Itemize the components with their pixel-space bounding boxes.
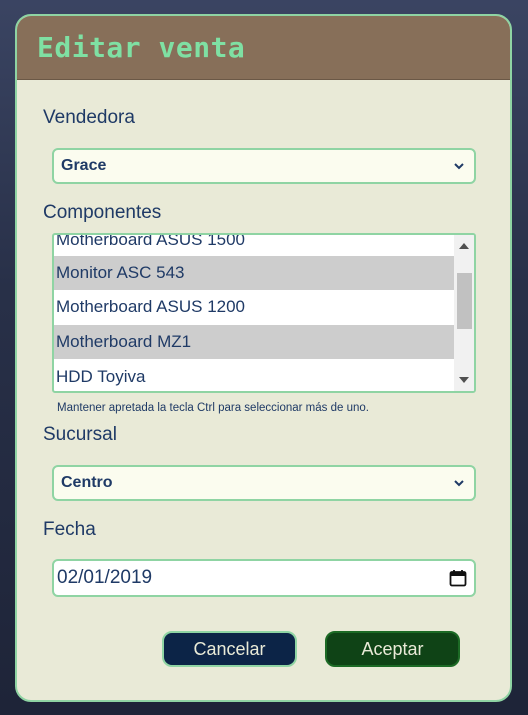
vendedora-label: Vendedora xyxy=(43,107,135,128)
scroll-up-arrow-icon[interactable] xyxy=(459,243,469,249)
calendar-icon[interactable] xyxy=(449,569,467,587)
edit-sale-modal: Editar venta Vendedora Grace Componentes… xyxy=(15,14,512,702)
modal-header: Editar venta xyxy=(17,16,510,80)
fecha-value: 02/01/2019 xyxy=(57,567,153,588)
list-item[interactable]: Motherboard ASUS 1200 xyxy=(54,290,455,324)
fecha-date-input[interactable]: 02/01/2019 xyxy=(52,559,476,597)
scroll-down-arrow-icon[interactable] xyxy=(459,377,469,383)
list-item-label: Motherboard ASUS 1200 xyxy=(56,297,246,316)
listbox-scrollbar[interactable] xyxy=(454,235,474,391)
list-item-label: Motherboard ASUS 1500 xyxy=(56,233,246,249)
sucursal-select[interactable]: Centro xyxy=(52,465,476,501)
sucursal-selected-value: Centro xyxy=(61,474,113,491)
list-item-label: Monitor ASC 543 xyxy=(56,263,185,282)
list-item-label: HDD Toyiva xyxy=(56,367,146,386)
list-item[interactable]: Motherboard MZ1 xyxy=(54,325,455,359)
chevron-down-icon xyxy=(454,163,464,170)
list-item[interactable]: Motherboard ASUS 1500 xyxy=(54,233,455,257)
componentes-listbox[interactable]: Motherboard ASUS 1500 Monitor ASC 543 Mo… xyxy=(52,233,476,393)
accept-button[interactable]: Aceptar xyxy=(325,631,460,667)
cancel-button[interactable]: Cancelar xyxy=(162,631,297,667)
multi-select-hint: Mantener apretada la tecla Ctrl para sel… xyxy=(57,402,369,414)
scrollbar-thumb[interactable] xyxy=(457,273,472,329)
list-item[interactable]: Monitor ASC 543 xyxy=(54,256,455,290)
vendedora-selected-value: Grace xyxy=(61,157,107,174)
list-item[interactable]: HDD Toyiva xyxy=(54,360,455,391)
list-item-label: Motherboard MZ1 xyxy=(56,332,192,351)
vendedora-select[interactable]: Grace xyxy=(52,148,476,184)
fecha-label: Fecha xyxy=(43,519,96,540)
modal-title: Editar venta xyxy=(37,31,246,64)
sucursal-label: Sucursal xyxy=(43,424,117,445)
componentes-label: Componentes xyxy=(43,202,162,223)
chevron-down-icon xyxy=(454,480,464,487)
